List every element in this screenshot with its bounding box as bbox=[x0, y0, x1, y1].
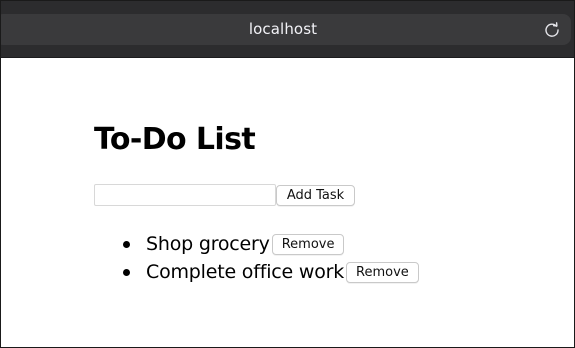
page-title: To-Do List bbox=[94, 122, 256, 157]
browser-window: localhost To-Do List Add Task Shop groce… bbox=[0, 0, 575, 348]
task-input[interactable] bbox=[94, 184, 276, 206]
bullet-icon bbox=[123, 268, 130, 276]
browser-toolbar: localhost bbox=[1, 1, 574, 58]
task-item: Complete office work Remove bbox=[121, 258, 419, 286]
add-task-button[interactable]: Add Task bbox=[276, 185, 355, 206]
bullet-icon bbox=[123, 240, 130, 248]
remove-button[interactable]: Remove bbox=[346, 261, 419, 283]
remove-button[interactable]: Remove bbox=[271, 233, 345, 255]
task-list: Shop grocery Remove Complete office work… bbox=[121, 230, 419, 286]
reload-icon[interactable] bbox=[543, 21, 561, 39]
address-bar[interactable]: localhost bbox=[1, 14, 571, 45]
task-item: Shop grocery Remove bbox=[121, 230, 419, 258]
task-text: Shop grocery bbox=[146, 233, 270, 255]
page-content: To-Do List Add Task Shop grocery Remove … bbox=[1, 59, 574, 347]
task-text: Complete office work bbox=[146, 261, 345, 283]
address-text[interactable]: localhost bbox=[1, 14, 571, 45]
